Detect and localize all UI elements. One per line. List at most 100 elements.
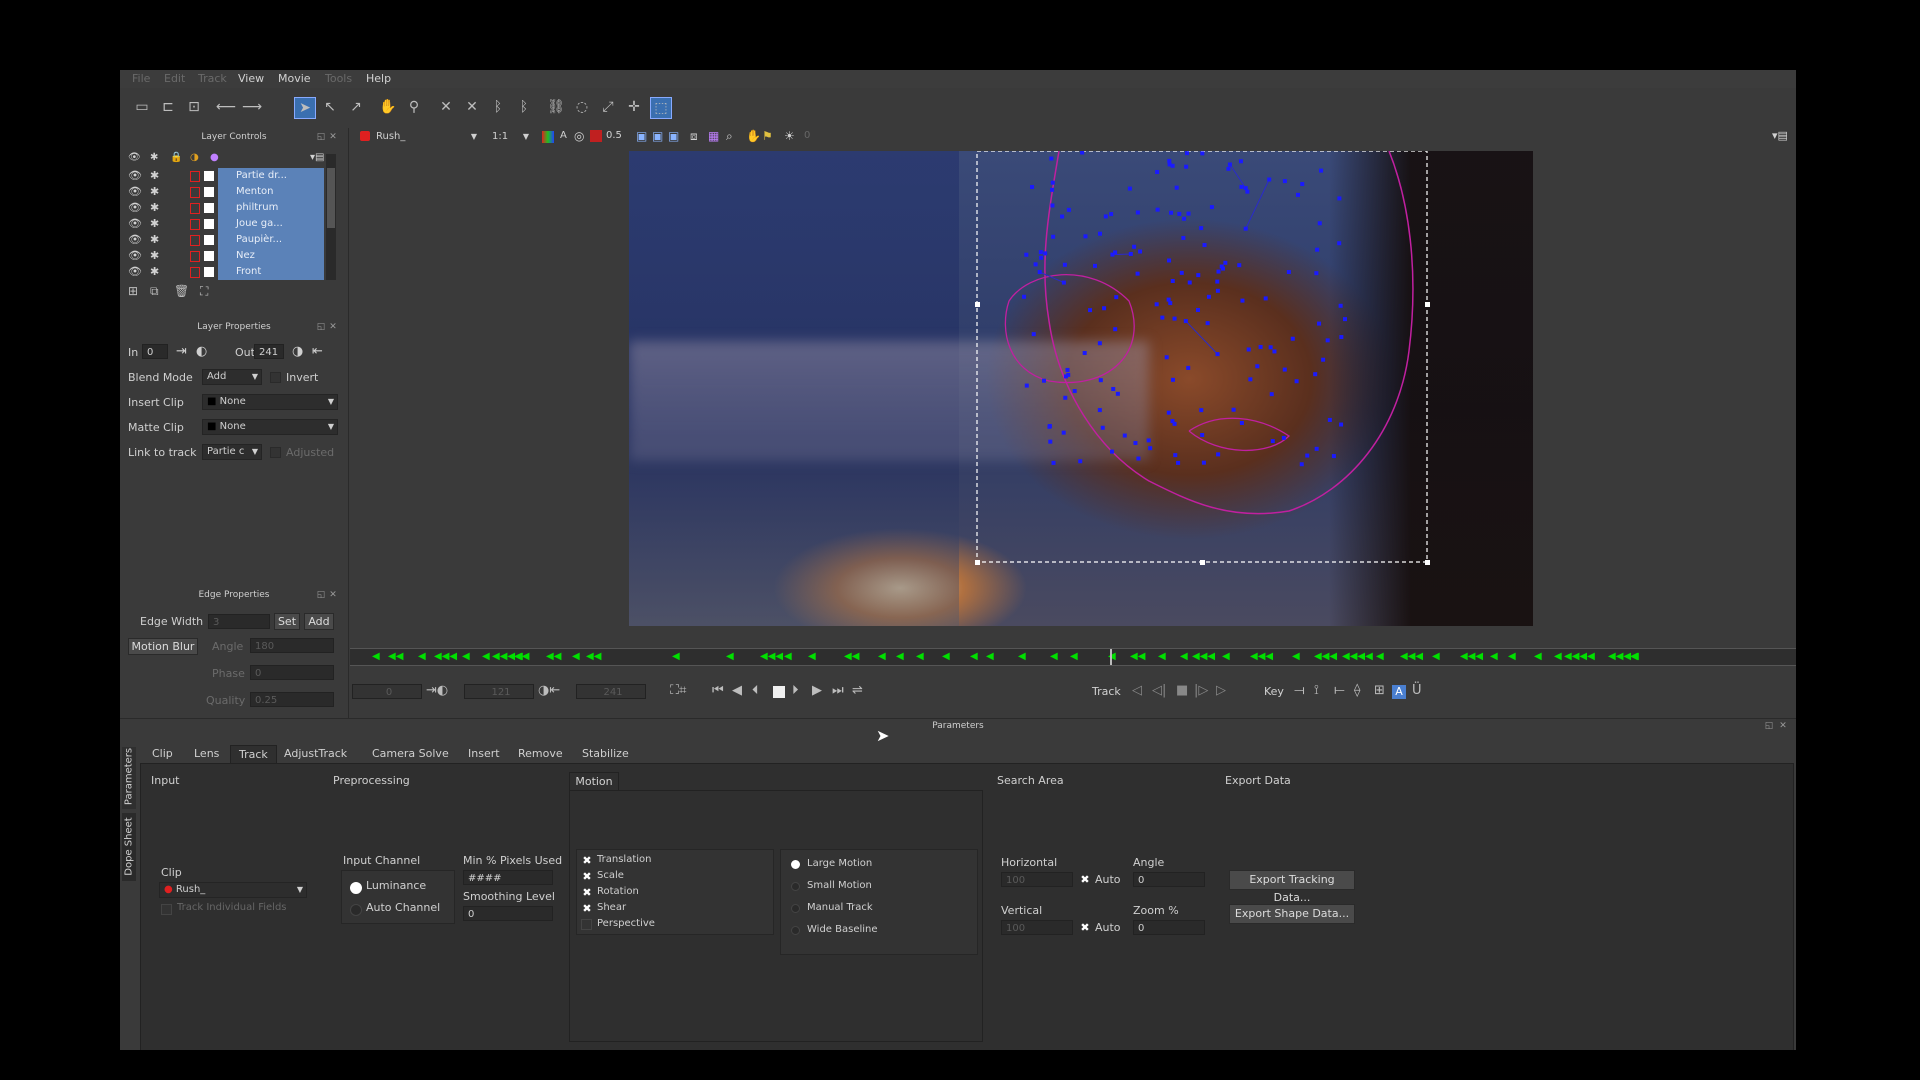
keyframe-marker[interactable]: ◀◀ <box>546 651 561 663</box>
eye-icon[interactable]: 👁 <box>128 185 142 198</box>
bezier-tool-icon[interactable]: ᛒ <box>488 97 508 117</box>
tracker-point[interactable] <box>1109 212 1114 217</box>
tracker-point[interactable] <box>1082 350 1087 355</box>
tracker-point[interactable] <box>1030 184 1035 189</box>
blend-mode-select[interactable]: Add ▼ <box>202 369 262 385</box>
motion-option-checkbox[interactable]: ✖ <box>581 887 593 899</box>
tracker-point[interactable] <box>1215 288 1220 293</box>
tab-stabilize[interactable]: Stabilize <box>574 745 637 763</box>
frame-range-icon[interactable]: ⛶⌗ <box>670 683 686 698</box>
keyframe-timeline[interactable]: ◀ ◀◀ ◀ ◀◀◀ ◀ ◀ ◀◀◀◀ ◀◀ ◀◀ ◀ ◀◀ ◀ ◀ ◀◀◀ ◀ ◀ ◀◀ ◀ ◀ ◀ ◀ ◀ ◀ ◀ ◀ ◀ ◀◀… <box>350 648 1796 666</box>
tracker-point[interactable] <box>1060 214 1065 219</box>
track-step-forward-icon[interactable]: |▷ <box>1194 683 1208 698</box>
menu-help[interactable]: Help <box>366 72 391 85</box>
tracker-point[interactable] <box>1113 327 1118 332</box>
menu-file[interactable]: File <box>132 72 150 85</box>
tracker-point[interactable] <box>1246 347 1251 352</box>
tab-lens[interactable]: Lens <box>186 745 227 763</box>
tracker-point[interactable] <box>1206 294 1211 299</box>
tracker-point[interactable] <box>1331 454 1336 459</box>
tracker-point[interactable] <box>1061 430 1066 435</box>
keyframe-marker[interactable]: ◀ <box>672 651 680 663</box>
gear-icon[interactable]: ✱ <box>150 185 159 198</box>
gear-icon[interactable]: ✱ <box>150 265 159 278</box>
eye-icon[interactable]: 👁 <box>128 265 142 278</box>
tracker-point[interactable] <box>1155 169 1160 174</box>
tracker-point[interactable] <box>1041 378 1046 383</box>
tracker-point[interactable] <box>1267 177 1272 182</box>
keyframe-marker[interactable]: ◀◀ <box>388 651 403 663</box>
tracker-point[interactable] <box>1110 449 1115 454</box>
keyframe-marker[interactable]: ◀ <box>916 651 924 663</box>
layer-name[interactable]: Paupièr... <box>218 232 324 248</box>
tracker-point[interactable] <box>1270 439 1275 444</box>
tracker-point[interactable] <box>1205 321 1210 326</box>
motion-option-checkbox[interactable] <box>581 919 592 930</box>
tab-remove[interactable]: Remove <box>510 745 571 763</box>
tracker-point[interactable] <box>1166 297 1171 302</box>
float-panel-icon[interactable]: ◱ <box>316 590 326 600</box>
tracker-point[interactable] <box>1049 156 1054 161</box>
tracker-point[interactable] <box>1238 159 1243 164</box>
edge-width-field[interactable]: 3 <box>208 614 270 629</box>
tracker-point[interactable] <box>1317 221 1322 226</box>
tracker-point[interactable] <box>1022 294 1027 299</box>
track-fields-checkbox[interactable] <box>161 904 172 915</box>
export-tracking-button[interactable]: Export Tracking Data... <box>1229 870 1355 904</box>
set-in-icon[interactable]: ⇥◐ <box>426 683 448 698</box>
tracker-point[interactable] <box>1113 250 1118 255</box>
select-points-icon[interactable]: ↖ <box>320 97 340 117</box>
tracker-point[interactable] <box>1097 341 1102 346</box>
keyframe-marker[interactable]: ◀◀ <box>586 651 601 663</box>
tracker-point[interactable] <box>1100 425 1105 430</box>
clip-select[interactable]: Rush_ ▼ <box>372 130 480 146</box>
layer-row[interactable]: 👁 ✱ Paupièr... <box>126 232 346 248</box>
keyframe-marker[interactable]: ◀ <box>878 651 886 663</box>
motion-option-checkbox[interactable]: ✖ <box>581 903 593 915</box>
redo-icon[interactable]: ⟶ <box>242 97 262 117</box>
smoothing-field[interactable]: 0 <box>463 906 553 921</box>
tracker-point[interactable] <box>1102 306 1107 311</box>
tracker-point[interactable] <box>1313 372 1318 377</box>
tracker-point[interactable] <box>1127 186 1132 191</box>
horizontal-auto-checkbox[interactable]: ✖ <box>1079 874 1091 886</box>
tracker-point[interactable] <box>1063 395 1068 400</box>
record-icon[interactable] <box>590 130 602 142</box>
tracker-point[interactable] <box>1305 453 1310 458</box>
tracker-point[interactable] <box>1337 241 1342 246</box>
tracker-point[interactable] <box>1317 321 1322 326</box>
tracker-point[interactable] <box>1164 355 1169 360</box>
tracker-point[interactable] <box>1343 317 1348 322</box>
motion-mode-radio[interactable] <box>791 926 800 935</box>
tracker-point[interactable] <box>1168 301 1173 306</box>
close-panel-icon[interactable]: ✕ <box>328 590 338 600</box>
tracker-point[interactable] <box>1133 440 1138 445</box>
track-backwards-icon[interactable]: ◁ <box>1132 683 1142 698</box>
delete-layer-icon[interactable]: 🗑 <box>174 284 189 298</box>
tracker-point[interactable] <box>1196 307 1201 312</box>
tracker-point[interactable] <box>1268 345 1273 350</box>
tracker-point[interactable] <box>1243 226 1248 231</box>
tracker-point[interactable] <box>1098 378 1103 383</box>
tracker-point[interactable] <box>1138 249 1143 254</box>
surface-bounds[interactable] <box>976 151 1428 563</box>
tracker-point[interactable] <box>1258 344 1263 349</box>
surface-corner-handle[interactable] <box>1425 302 1430 307</box>
go-out-icon[interactable]: ◑ <box>292 344 303 359</box>
tracker-point[interactable] <box>1245 189 1250 194</box>
tracker-point[interactable] <box>1239 420 1244 425</box>
tracker-point[interactable] <box>1115 391 1120 396</box>
tracker-point[interactable] <box>1294 379 1299 384</box>
layer-row[interactable]: 👁 ✱ Menton <box>126 184 346 200</box>
keyframe-marker[interactable]: ◀ <box>1158 651 1166 663</box>
tracker-point[interactable] <box>1202 243 1207 248</box>
surface-corner-handle[interactable] <box>975 302 980 307</box>
lasso-tool-icon[interactable]: ◌ <box>572 97 592 117</box>
phase-field[interactable]: 0 <box>250 665 334 680</box>
tracker-point[interactable] <box>1227 162 1232 167</box>
layer-name[interactable]: Joue ga... <box>218 216 324 232</box>
step-back-icon[interactable]: ⏴ <box>752 683 759 698</box>
add-point-icon[interactable]: ↗ <box>346 97 366 117</box>
float-panel-icon[interactable]: ◱ <box>316 132 326 142</box>
tracker-point[interactable] <box>1199 226 1204 231</box>
